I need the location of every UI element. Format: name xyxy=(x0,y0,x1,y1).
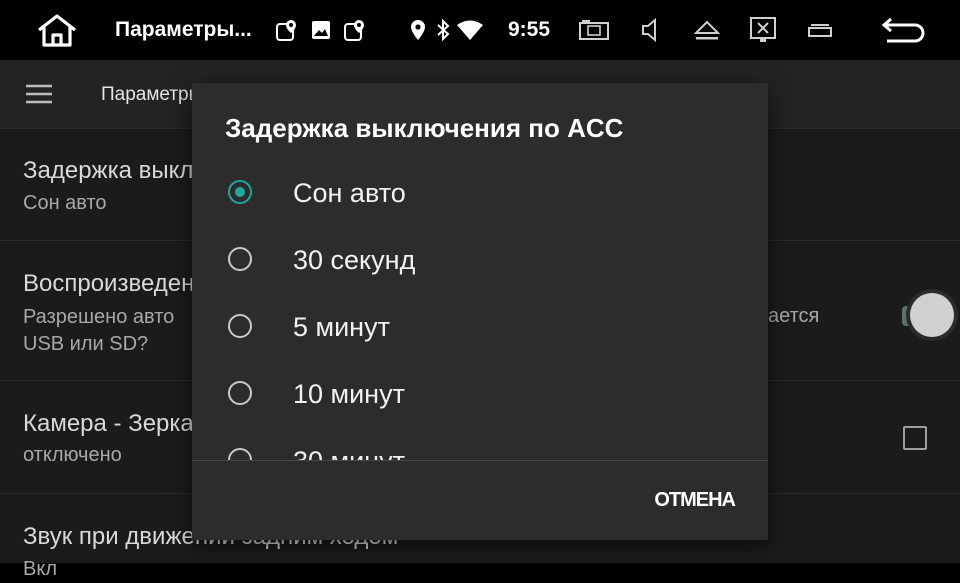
map-pin-notification-icon-2 xyxy=(343,0,367,60)
option-label: 30 минут xyxy=(293,446,405,461)
option-sleep-auto[interactable]: Сон авто xyxy=(192,161,768,225)
option-label: Сон авто xyxy=(293,178,406,208)
option-label: 5 минут xyxy=(293,312,390,342)
bluetooth-icon xyxy=(435,0,451,60)
close-window-icon[interactable] xyxy=(748,0,778,60)
map-pin-notification-icon xyxy=(275,0,299,60)
home-icon[interactable] xyxy=(33,0,81,60)
back-icon[interactable] xyxy=(880,0,928,60)
status-bar: Параметры... 9:55 xyxy=(0,0,960,60)
eject-icon[interactable] xyxy=(692,0,722,60)
volume-icon[interactable] xyxy=(638,0,662,60)
option-30-minutes[interactable]: 30 минут xyxy=(192,429,768,461)
option-5-minutes[interactable]: 5 минут xyxy=(192,295,768,359)
image-notification-icon xyxy=(310,0,332,60)
option-label: 10 минут xyxy=(293,379,405,409)
screenshot-icon[interactable] xyxy=(578,0,610,60)
option-label: 30 секунд xyxy=(293,245,416,275)
clock: 9:55 xyxy=(508,18,551,41)
option-10-minutes[interactable]: 10 минут xyxy=(192,362,768,426)
location-icon xyxy=(410,0,426,60)
recent-apps-icon[interactable] xyxy=(806,0,834,60)
radio-button[interactable] xyxy=(228,247,252,271)
option-30-seconds[interactable]: 30 секунд xyxy=(192,228,768,292)
acc-delay-dialog: Задержка выключения по ACC Сон авто 30 с… xyxy=(192,83,768,540)
options-list[interactable]: Сон авто 30 секунд 5 минут 10 минут 30 м… xyxy=(192,161,768,461)
dialog-title: Задержка выключения по ACC xyxy=(225,113,624,143)
radio-button-selected[interactable] xyxy=(228,180,252,204)
status-title: Параметры... xyxy=(115,18,252,41)
dialog-divider xyxy=(192,460,768,461)
cancel-button[interactable]: ОТМЕНА xyxy=(654,489,736,512)
radio-button[interactable] xyxy=(228,381,252,405)
radio-button[interactable] xyxy=(228,314,252,338)
wifi-icon xyxy=(456,0,484,60)
